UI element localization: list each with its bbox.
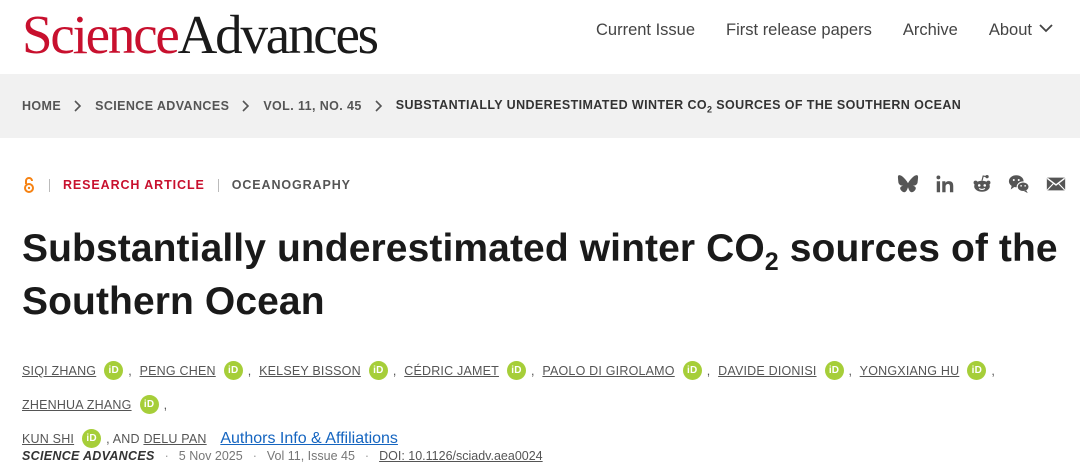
author-name[interactable]: PAOLO DI GIROLAMO bbox=[542, 364, 674, 378]
breadcrumb-home[interactable]: HOME bbox=[22, 99, 61, 113]
top-navigation: Current Issue First release papers Archi… bbox=[596, 20, 1054, 41]
author-name[interactable]: KUN SHI bbox=[22, 432, 74, 446]
author-name[interactable]: KELSEY BISSON bbox=[259, 364, 361, 378]
author-name[interactable]: CÉDRIC JAMET bbox=[404, 364, 499, 378]
authors-and: , AND bbox=[106, 432, 144, 446]
orcid-icon[interactable]: iD bbox=[824, 361, 844, 381]
breadcrumb-science-advances[interactable]: SCIENCE ADVANCES bbox=[95, 99, 229, 113]
author-item: YONGXIANG HU iD, bbox=[860, 361, 999, 381]
nav-about[interactable]: About bbox=[989, 20, 1054, 41]
chevron-right-icon bbox=[73, 100, 83, 112]
share-toolbar bbox=[896, 172, 1068, 196]
citation-line: SCIENCE ADVANCES · 5 Nov 2025 · Vol 11, … bbox=[22, 449, 543, 463]
article-meta-row: RESEARCH ARTICLE OCEANOGRAPHY bbox=[22, 176, 351, 194]
author-item: DAVIDE DIONISI iD, bbox=[718, 361, 856, 381]
author-item: CÉDRIC JAMET iD, bbox=[404, 361, 538, 381]
author-list: SIQI ZHANG iD, PENG CHEN iD, KELSEY BISSON… bbox=[22, 354, 1062, 456]
citation-date: 5 Nov 2025 bbox=[178, 449, 243, 463]
author-name[interactable]: DAVIDE DIONISI bbox=[718, 364, 816, 378]
site-header: ScienceAdvances Current Issue First rele… bbox=[0, 0, 1080, 74]
author-item: SIQI ZHANG iD, bbox=[22, 361, 136, 381]
orcid-icon[interactable]: iD bbox=[368, 361, 388, 381]
breadcrumb-volume[interactable]: VOL. 11, NO. 45 bbox=[263, 99, 361, 113]
orcid-icon[interactable]: iD bbox=[82, 429, 102, 449]
nav-first-release-papers[interactable]: First release papers bbox=[726, 20, 872, 41]
chevron-right-icon bbox=[374, 100, 384, 112]
linkedin-icon[interactable] bbox=[933, 172, 957, 196]
divider bbox=[49, 178, 50, 192]
science-advances-logo[interactable]: ScienceAdvances bbox=[22, 6, 379, 64]
divider bbox=[217, 178, 219, 192]
author-name[interactable]: PENG CHEN bbox=[140, 364, 216, 378]
author-item: DELU PAN bbox=[143, 432, 206, 446]
orcid-icon[interactable]: iD bbox=[682, 361, 702, 381]
author-item: ZHENHUA ZHANG iD, bbox=[22, 395, 171, 415]
email-icon[interactable] bbox=[1044, 172, 1068, 196]
author-name[interactable]: DELU PAN bbox=[143, 432, 206, 446]
chevron-right-icon bbox=[241, 100, 251, 112]
orcid-icon[interactable]: iD bbox=[139, 395, 159, 415]
author-item: PAOLO DI GIROLAMO iD, bbox=[542, 361, 714, 381]
citation-doi-link[interactable]: DOI: 10.1126/sciadv.aea0024 bbox=[379, 449, 543, 463]
wechat-icon[interactable] bbox=[1007, 172, 1031, 196]
authors-info-affiliations-link[interactable]: Authors Info & Affiliations bbox=[220, 430, 398, 447]
nav-current-issue[interactable]: Current Issue bbox=[596, 20, 695, 41]
nav-archive[interactable]: Archive bbox=[903, 20, 958, 41]
orcid-icon[interactable]: iD bbox=[967, 361, 987, 381]
breadcrumb-current-article: SUBSTANTIALLY UNDERESTIMATED WINTER CO2 … bbox=[395, 98, 962, 115]
reddit-icon[interactable] bbox=[970, 172, 994, 196]
bluesky-icon[interactable] bbox=[896, 172, 920, 196]
author-name[interactable]: SIQI ZHANG bbox=[22, 364, 96, 378]
author-name[interactable]: YONGXIANG HU bbox=[860, 364, 960, 378]
chevron-down-icon bbox=[1038, 20, 1054, 41]
citation-volume: Vol 11, Issue 45 bbox=[266, 449, 355, 463]
author-name[interactable]: ZHENHUA ZHANG bbox=[22, 398, 132, 412]
author-item: KELSEY BISSON iD, bbox=[259, 361, 400, 381]
orcid-icon[interactable]: iD bbox=[506, 361, 526, 381]
open-access-icon bbox=[22, 176, 36, 194]
citation-journal: SCIENCE ADVANCES bbox=[22, 449, 155, 463]
orcid-icon[interactable]: iD bbox=[104, 361, 124, 381]
author-item: PENG CHEN iD, bbox=[140, 361, 256, 381]
article-title: Substantially underestimated winter CO2 … bbox=[22, 227, 1058, 323]
breadcrumb: HOME SCIENCE ADVANCES VOL. 11, NO. 45 SU… bbox=[22, 98, 961, 115]
article-subject[interactable]: OCEANOGRAPHY bbox=[232, 178, 351, 192]
orcid-icon[interactable]: iD bbox=[223, 361, 243, 381]
author-item: KUN SHI iD bbox=[22, 429, 106, 449]
article-type[interactable]: RESEARCH ARTICLE bbox=[63, 178, 205, 192]
